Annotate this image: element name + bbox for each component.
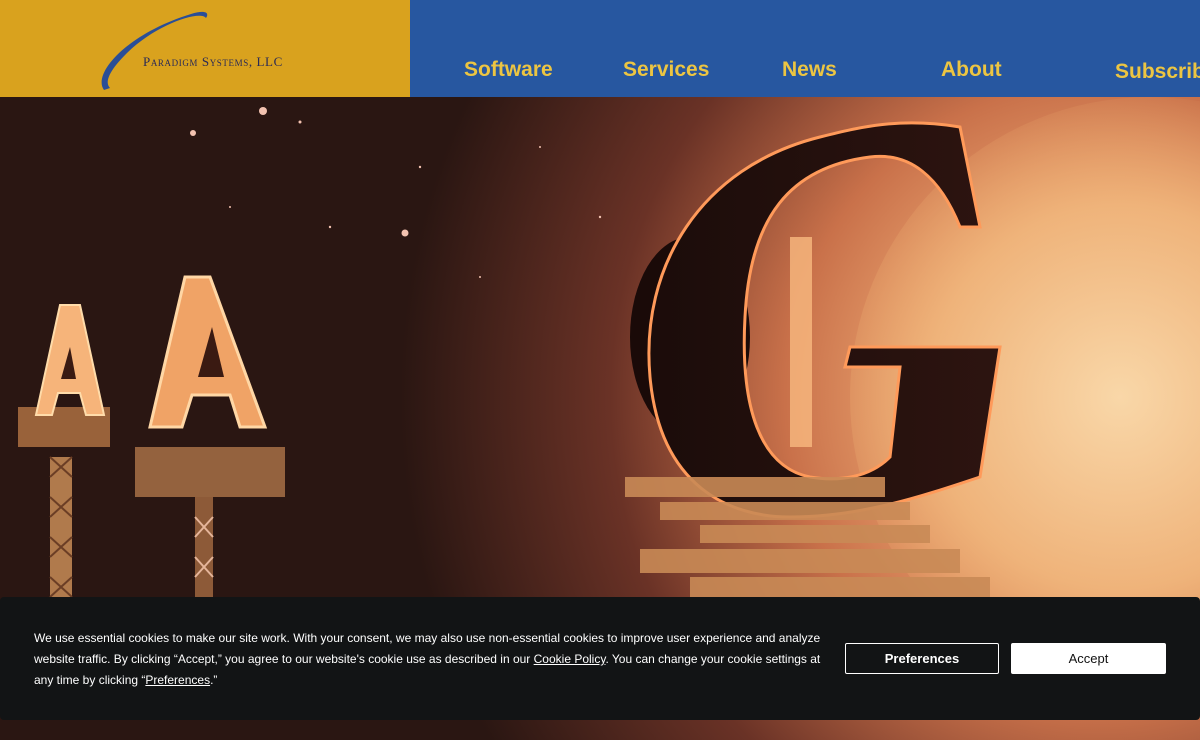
preferences-link[interactable]: Preferences: [145, 673, 210, 687]
logo-panel[interactable]: Paradigm Systems, LLC: [0, 0, 410, 97]
nav-software[interactable]: Software: [464, 58, 553, 82]
main-navigation: Software Services News About Subscribe: [410, 0, 1200, 97]
cookie-text-part3: .”: [210, 673, 218, 687]
preferences-button[interactable]: Preferences: [845, 643, 999, 674]
nav-subscribe[interactable]: Subscribe: [1115, 60, 1200, 84]
nav-about[interactable]: About: [941, 58, 1002, 82]
cookie-policy-link[interactable]: Cookie Policy: [534, 652, 606, 666]
company-name: Paradigm Systems, LLC: [143, 54, 283, 69]
nav-news[interactable]: News: [782, 58, 837, 82]
cookie-consent-text: We use essential cookies to make our sit…: [34, 628, 834, 691]
nav-services[interactable]: Services: [623, 58, 709, 82]
swoosh-logo-icon: [101, 11, 208, 91]
accept-button[interactable]: Accept: [1011, 643, 1166, 674]
